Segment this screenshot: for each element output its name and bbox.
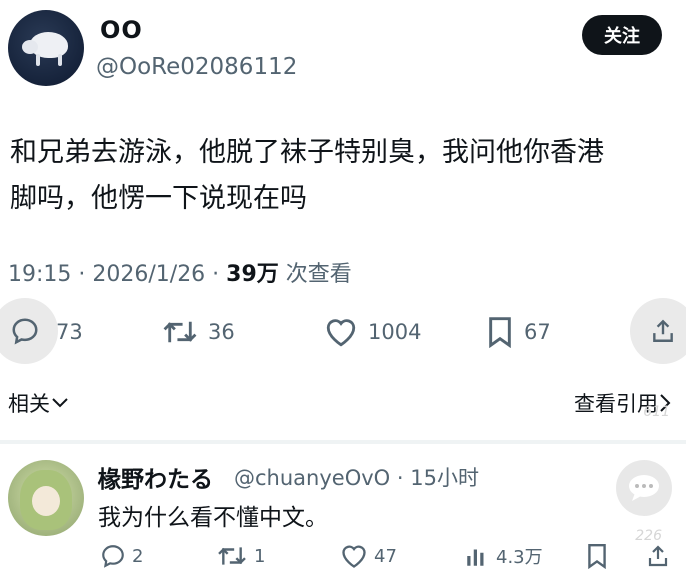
floating-chat-button[interactable] bbox=[616, 460, 672, 516]
bookmark-button[interactable]: 67 bbox=[486, 316, 551, 348]
like-button[interactable]: 1004 bbox=[324, 316, 421, 348]
views-icon bbox=[467, 549, 484, 566]
reply-time: · 15小时 bbox=[396, 466, 479, 490]
avatar-dog-leg bbox=[36, 54, 40, 66]
overlay-count-top: 611 bbox=[643, 404, 670, 420]
retweet-icon bbox=[163, 321, 197, 343]
tweet-meta: 19:15 · 2026/1/26 · 39万 次查看 bbox=[8, 256, 352, 288]
share-icon bbox=[653, 319, 673, 342]
reply-retweet-count: 1 bbox=[254, 545, 266, 567]
reply-bookmark-button[interactable] bbox=[586, 543, 614, 569]
related-label: 相关 bbox=[8, 392, 50, 416]
follow-button[interactable]: 关注 bbox=[582, 15, 662, 55]
views-label: 次查看 bbox=[278, 262, 352, 287]
author-handle[interactable]: @OoRe02086112 bbox=[96, 54, 297, 80]
section-divider bbox=[0, 440, 686, 444]
like-icon bbox=[342, 545, 366, 568]
reply-author-avatar[interactable] bbox=[8, 460, 84, 536]
reply-reply-button[interactable]: 2 bbox=[100, 543, 143, 569]
related-toggle[interactable]: 相关 bbox=[8, 388, 70, 418]
like-count: 1004 bbox=[368, 320, 422, 344]
reply-meta: @chuanyeOvO · 15小时 bbox=[234, 462, 479, 492]
reply-author-handle[interactable]: @chuanyeOvO bbox=[234, 466, 390, 490]
reply-like-button[interactable]: 47 bbox=[340, 543, 397, 569]
bookmark-count: 67 bbox=[524, 320, 551, 344]
retweet-count: 36 bbox=[208, 320, 235, 344]
reply-views-count: 4.3万 bbox=[496, 547, 543, 568]
reply-share-button[interactable] bbox=[646, 543, 676, 569]
retweet-icon bbox=[218, 547, 246, 565]
retweet-button[interactable]: 36 bbox=[162, 316, 235, 348]
reply-icon bbox=[102, 545, 124, 568]
avatar-dog-head bbox=[22, 40, 38, 54]
reply-count: 73 bbox=[56, 320, 83, 344]
chat-bubble-icon bbox=[629, 475, 659, 501]
views-count: 39万 bbox=[226, 262, 279, 287]
tweet-time: 19:15 · 2026/1/26 · bbox=[8, 262, 227, 287]
avatar-dog-leg bbox=[58, 54, 62, 66]
bookmark-icon bbox=[588, 543, 606, 569]
tweet-text: 和兄弟去游泳，他脱了袜子特别臭，我问他你香港 脚吗，他愣一下说现在吗 bbox=[10, 137, 604, 214]
author-avatar[interactable] bbox=[8, 10, 84, 86]
share-icon bbox=[648, 545, 668, 567]
reply-views[interactable]: 4.3万 bbox=[464, 543, 543, 569]
share-button[interactable] bbox=[630, 298, 686, 364]
overlay-count-bottom: 226 bbox=[635, 528, 662, 544]
reply-button[interactable] bbox=[0, 298, 58, 364]
reply-icon bbox=[12, 318, 38, 345]
chevron-down-icon bbox=[52, 398, 68, 408]
author-name[interactable]: OO bbox=[100, 16, 143, 44]
bookmark-icon bbox=[489, 317, 511, 348]
reply-reply-count: 2 bbox=[132, 545, 144, 567]
like-icon bbox=[326, 319, 356, 347]
reply-retweet-button[interactable]: 1 bbox=[216, 543, 265, 569]
avatar-face bbox=[32, 486, 60, 516]
reply-like-count: 47 bbox=[374, 545, 397, 567]
reply-author-name[interactable]: 椽野わたる bbox=[98, 460, 213, 494]
reply-text: 我为什么看不懂中文。 bbox=[98, 505, 328, 531]
